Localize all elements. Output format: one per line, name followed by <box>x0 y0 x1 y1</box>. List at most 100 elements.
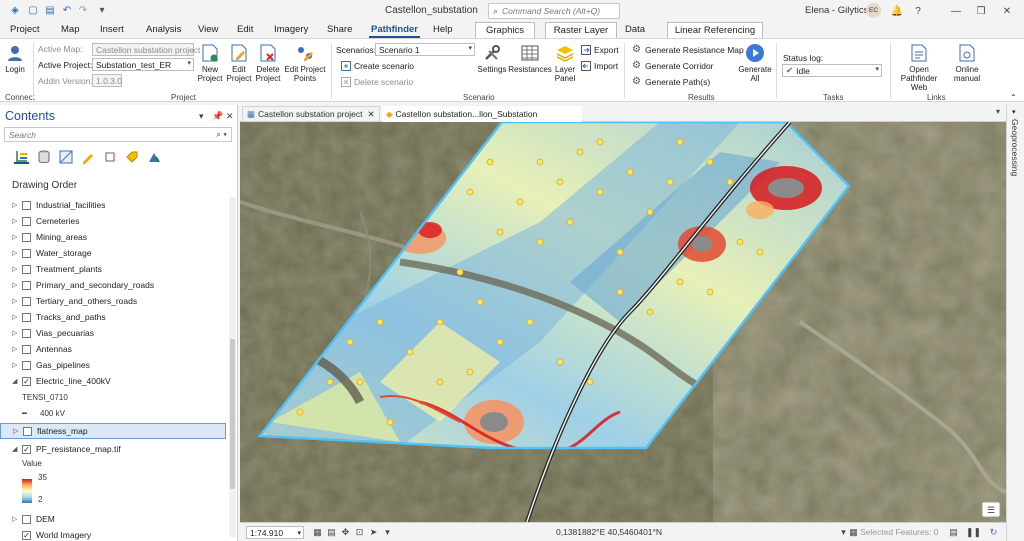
geoprocessing-tab[interactable]: Geoprocessing <box>1010 119 1020 176</box>
layer-item-tertiary-roads[interactable]: ▷ Tertiary_and_others_roads <box>0 293 228 309</box>
layer-item-vias-pecuarias[interactable]: ▷ Vias_pecuarias <box>0 325 228 341</box>
minimize-button[interactable]: — <box>948 3 964 19</box>
tab-map[interactable]: Map <box>61 24 79 35</box>
expand-icon[interactable]: ▷ <box>12 329 22 337</box>
generate-resistance-map-button[interactable]: ⚙ Generate Resistance Map <box>631 44 744 55</box>
notifications-icon[interactable]: 🔔 <box>889 3 905 19</box>
scale-dropdown[interactable]: 1:74.910 ▾ <box>246 526 304 539</box>
collapse-icon[interactable]: ◢ <box>12 445 22 453</box>
tab-map-castellon-substation[interactable]: ◆ Castellon substation...llon_Substation <box>382 106 582 122</box>
create-scenario-button[interactable]: Create scenario <box>340 60 414 71</box>
expand-icon[interactable]: ▷ <box>12 313 22 321</box>
tab-pathfinder[interactable]: Pathfinder <box>369 24 420 38</box>
navigate-icon[interactable]: ➤ <box>368 526 379 538</box>
close-button[interactable]: ✕ <box>999 3 1015 19</box>
export-button[interactable]: Export <box>580 44 619 55</box>
tabs-overflow-icon[interactable]: ▾ <box>996 107 1000 116</box>
import-button[interactable]: Import <box>580 60 618 71</box>
tab-help[interactable]: Help <box>433 24 453 35</box>
panel-options-icon[interactable]: ▾ <box>1012 108 1016 116</box>
layer-item-flatness-map[interactable]: ▷ flatness_map <box>0 423 226 439</box>
expand-icon[interactable]: ▷ <box>12 217 22 225</box>
list-by-drawing-order-icon[interactable] <box>14 149 29 164</box>
layer-checkbox[interactable] <box>23 426 32 436</box>
expand-icon[interactable]: ▷ <box>12 249 22 257</box>
expand-icon[interactable]: ▷ <box>12 297 22 305</box>
expand-icon[interactable]: ▷ <box>12 515 22 523</box>
open-folder-icon[interactable]: ▤ <box>43 4 57 17</box>
scrollbar-thumb[interactable] <box>230 339 235 489</box>
layer-checkbox-checked[interactable]: ✓ <box>22 376 31 386</box>
layer-item-dem[interactable]: ▷ DEM <box>0 511 228 527</box>
tab-insert[interactable]: Insert <box>100 24 124 35</box>
customize-qat-icon[interactable]: ▾ <box>95 4 109 17</box>
layer-item-gas-pipelines[interactable]: ▷ Gas_pipelines <box>0 357 228 373</box>
edit-project-button[interactable]: Edit Project <box>226 43 252 83</box>
list-by-editing-icon[interactable] <box>80 149 95 164</box>
tab-data[interactable]: Data <box>625 24 645 35</box>
contents-search-input[interactable]: Search ⌕ ▾ <box>4 127 232 142</box>
scenario-dropdown[interactable]: Scenario 1 ▾ <box>375 43 475 56</box>
layer-item-primary-secondary-roads[interactable]: ▷ Primary_and_secondary_roads <box>0 277 228 293</box>
generate-corridor-button[interactable]: ⚙ Generate Corridor <box>631 60 714 71</box>
contents-scrollbar[interactable] <box>229 197 236 537</box>
resistances-button[interactable]: Resistances <box>508 43 552 74</box>
generate-all-button[interactable]: Generate All <box>738 43 772 83</box>
layer-item-water-storage[interactable]: ▷ Water_storage <box>0 245 228 261</box>
layer-checkbox[interactable] <box>22 514 31 524</box>
layer-checkbox[interactable] <box>22 312 31 322</box>
login-button[interactable]: Login <box>5 43 25 74</box>
layer-checkbox[interactable] <box>22 280 31 290</box>
user-name[interactable]: Elena - Gilytics <box>805 5 868 16</box>
expand-icon[interactable]: ▷ <box>12 345 22 353</box>
tab-view[interactable]: View <box>198 24 218 35</box>
collapse-ribbon-icon[interactable]: ⌃ <box>1010 93 1017 102</box>
list-by-selection-icon[interactable] <box>58 149 73 164</box>
expand-icon[interactable]: ▷ <box>13 427 23 435</box>
layer-checkbox[interactable] <box>22 296 31 306</box>
layer-checkbox[interactable] <box>22 232 31 242</box>
new-file-icon[interactable]: ▢ <box>26 4 40 17</box>
layer-item-electric-line[interactable]: ◢ ✓ Electric_line_400kV <box>0 373 228 389</box>
pan-icon[interactable]: ✥ <box>340 526 351 538</box>
layer-item-pf-resistance-map[interactable]: ◢ ✓ PF_resistance_map.tif <box>0 441 228 457</box>
delete-project-button[interactable]: Delete Project <box>254 43 282 83</box>
redo-icon[interactable]: ↷ <box>76 4 90 17</box>
layer-checkbox-checked[interactable]: ✓ <box>22 530 31 540</box>
expand-icon[interactable]: ▷ <box>12 281 22 289</box>
generate-paths-button[interactable]: ⚙ Generate Path(s) <box>631 76 710 87</box>
layer-item-treatment-plants[interactable]: ▷ Treatment_plants <box>0 261 228 277</box>
layer-item-industrial-facilities[interactable]: ▷ Industrial_facilities <box>0 197 228 213</box>
tab-edit[interactable]: Edit <box>237 24 253 35</box>
refresh-icon[interactable]: ↻ <box>988 526 999 538</box>
layer-checkbox-checked[interactable]: ✓ <box>22 444 31 454</box>
tab-analysis[interactable]: Analysis <box>146 24 181 35</box>
active-project-dropdown[interactable]: Substation_test_ER ▾ <box>92 58 194 71</box>
layer-checkbox[interactable] <box>22 200 31 210</box>
edit-project-points-button[interactable]: Edit Project Points <box>284 43 326 83</box>
table-view-icon[interactable]: ▤ <box>326 526 337 538</box>
table-icon[interactable]: ▤ <box>948 526 959 538</box>
tab-linear-referencing[interactable]: Linear Referencing <box>667 22 763 38</box>
expand-icon[interactable]: ▷ <box>12 201 22 209</box>
collapse-icon[interactable]: ◢ <box>12 377 22 385</box>
open-pathfinder-web-button[interactable]: Open Pathfinder Web <box>894 43 944 92</box>
settings-button[interactable]: Settings <box>477 43 507 74</box>
expand-icon[interactable]: ▷ <box>12 361 22 369</box>
list-by-snapping-icon[interactable] <box>102 149 117 164</box>
layer-checkbox[interactable] <box>22 248 31 258</box>
layer-item-tracks-paths[interactable]: ▷ Tracks_and_paths <box>0 309 228 325</box>
grid-icon[interactable]: ▦ <box>312 526 323 538</box>
command-search-input[interactable]: ⌕ Command Search (Alt+Q) <box>488 3 620 19</box>
pin-icon[interactable]: 📌 <box>212 111 223 122</box>
avatar[interactable]: EC <box>866 3 881 18</box>
layer-checkbox[interactable] <box>22 344 31 354</box>
tab-project[interactable]: Project <box>10 24 40 35</box>
layer-checkbox[interactable] <box>22 264 31 274</box>
map-view[interactable]: ☰ <box>240 122 1006 522</box>
list-by-source-icon[interactable] <box>36 149 51 164</box>
new-project-button[interactable]: New Project <box>198 43 222 83</box>
layer-panel-button[interactable]: Layer Panel <box>553 43 577 83</box>
close-pane-icon[interactable]: ✕ <box>226 111 234 122</box>
tab-share[interactable]: Share <box>327 24 352 35</box>
